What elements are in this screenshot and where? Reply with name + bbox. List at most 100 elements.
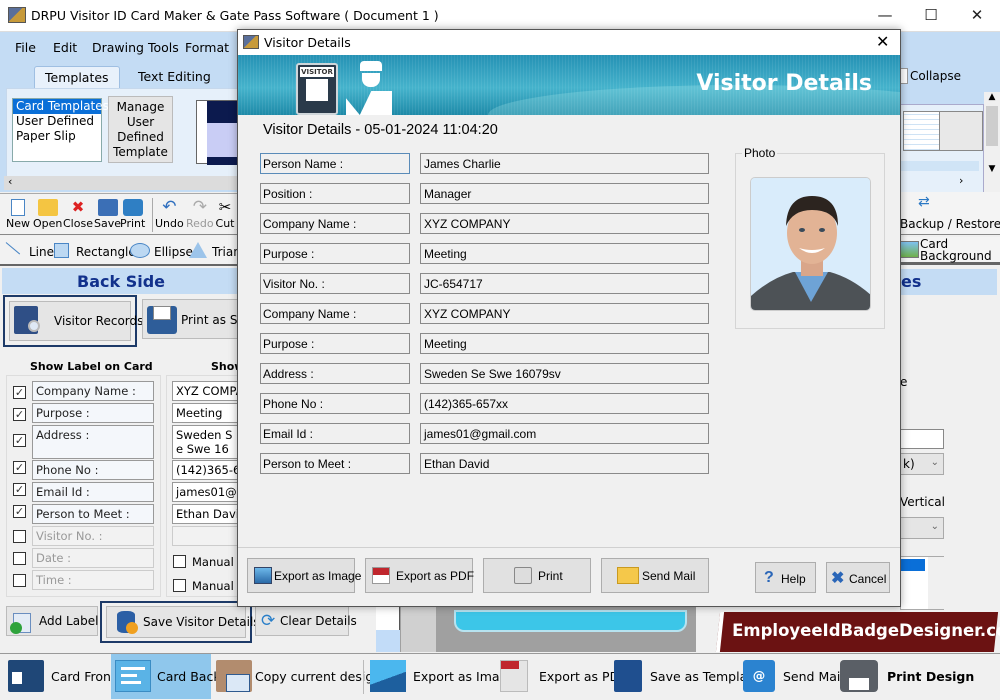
value-person-to-meet[interactable]: Ethan David: [172, 504, 240, 524]
detail-value[interactable]: XYZ COMPANY: [420, 213, 709, 234]
close-button[interactable]: ✕: [954, 0, 1000, 32]
show-person-to-meet-checkbox[interactable]: ✓: [13, 505, 26, 518]
collapse-checkbox[interactable]: [900, 68, 908, 84]
label-phone[interactable]: Phone No :: [32, 460, 154, 480]
orientation-dropdown[interactable]: ⌄: [900, 517, 944, 539]
template-thumbnail[interactable]: [939, 111, 983, 151]
right-text-input[interactable]: [900, 429, 944, 449]
shape-triangle[interactable]: Triangle: [212, 245, 240, 259]
export-as-pdf-button[interactable]: Export as PDF: [498, 654, 626, 699]
template-category-list[interactable]: Card Templates User Defined Paper Slip: [12, 98, 109, 162]
open-button[interactable]: Open: [33, 199, 62, 230]
copy-current-design-button[interactable]: Copy current design: [212, 654, 381, 699]
detail-value[interactable]: (142)365-657xx: [420, 393, 709, 414]
dialog-help-button[interactable]: ? Help: [755, 562, 816, 593]
detail-value[interactable]: Meeting: [420, 333, 709, 354]
dialog-export-image-button[interactable]: Export as Image: [247, 558, 361, 593]
detail-value[interactable]: Manager: [420, 183, 709, 204]
show-time-checkbox[interactable]: [13, 574, 26, 587]
label-visitor-no[interactable]: Visitor No. :: [32, 526, 154, 546]
card-back-button[interactable]: Card Back: [111, 654, 221, 699]
scroll-left-icon[interactable]: ‹: [8, 175, 12, 188]
detail-value[interactable]: james01@gmail.com: [420, 423, 709, 444]
manage-user-defined-template-button[interactable]: Manage User Defined Template: [108, 96, 173, 163]
save-button[interactable]: Save: [94, 199, 121, 230]
scroll-up-icon[interactable]: ▲: [984, 92, 1000, 102]
show-date-checkbox[interactable]: [13, 552, 26, 565]
label-time[interactable]: Time :: [32, 570, 154, 590]
visitor-records-button[interactable]: Visitor Records: [3, 295, 143, 347]
label-address[interactable]: Address :: [32, 425, 154, 459]
menu-edit[interactable]: Edit: [53, 40, 77, 55]
redo-button[interactable]: ↷ Redo: [186, 199, 214, 230]
detail-value[interactable]: JC-654717: [420, 273, 709, 294]
template-category-card-templates[interactable]: Card Templates: [13, 99, 109, 114]
shape-ellipse[interactable]: Ellipse: [154, 245, 193, 259]
detail-value[interactable]: Ethan David: [420, 453, 709, 474]
label-email[interactable]: Email Id :: [32, 482, 154, 502]
value-company-name[interactable]: XYZ COMPANY: [172, 381, 240, 401]
show-purpose-checkbox[interactable]: ✓: [13, 408, 26, 421]
show-email-checkbox[interactable]: ✓: [13, 483, 26, 496]
print-as-slip-button[interactable]: Print as Slip: [142, 299, 252, 339]
template-horizontal-scrollbar[interactable]: ‹: [4, 175, 240, 190]
template-thumbnail[interactable]: [196, 100, 241, 165]
shape-line[interactable]: Line: [29, 245, 54, 259]
show-company-name-checkbox[interactable]: ✓: [13, 386, 26, 399]
right-dropdown[interactable]: k) ⌄: [900, 453, 944, 475]
export-as-image-button[interactable]: Export as Image: [370, 654, 515, 699]
add-label-button[interactable]: Add Label: [6, 606, 98, 636]
template-scrollbar[interactable]: [901, 161, 979, 171]
card-background-button[interactable]: Card Background: [900, 237, 1000, 265]
template-category-user-defined[interactable]: User Defined: [13, 114, 101, 129]
detail-value[interactable]: Sweden Se Swe 16079sv: [420, 363, 709, 384]
print-design-button[interactable]: Print Design: [838, 654, 1000, 699]
template-category-paper-slip[interactable]: Paper Slip: [13, 129, 101, 144]
vertical-scrollbar[interactable]: ▲ ▼: [984, 92, 1000, 200]
value-email[interactable]: james01@gmail.com: [172, 482, 240, 502]
template-thumbnail[interactable]: [903, 111, 943, 151]
value-phone[interactable]: (142)365-657xx: [172, 460, 240, 480]
manual-date-checkbox[interactable]: [173, 555, 186, 568]
manual-time-checkbox[interactable]: [173, 579, 186, 592]
size-listbox[interactable]: [900, 556, 944, 610]
detail-value[interactable]: Meeting: [420, 243, 709, 264]
backup-restore-button[interactable]: ⇄ Backup / Restore: [900, 192, 1000, 235]
close-doc-button[interactable]: ✖ Close: [63, 199, 93, 230]
menu-drawing-tools[interactable]: Drawing Tools: [92, 40, 179, 55]
show-visitor-no-checkbox[interactable]: [13, 530, 26, 543]
value-address[interactable]: Sweden Se Swe 16079sv: [172, 425, 240, 459]
show-address-checkbox[interactable]: ✓: [13, 434, 26, 447]
tab-text-editing[interactable]: Text Editing: [128, 66, 221, 88]
listbox-scrollbar[interactable]: [928, 557, 944, 609]
menu-format[interactable]: Format: [185, 40, 229, 55]
maximize-button[interactable]: ☐: [908, 0, 954, 32]
new-button[interactable]: New: [6, 199, 30, 230]
tab-templates[interactable]: Templates: [34, 66, 120, 88]
scroll-down-icon[interactable]: ▼: [984, 164, 1000, 174]
cut-button[interactable]: ✂ Cut: [215, 199, 235, 230]
label-purpose[interactable]: Purpose :: [32, 403, 154, 423]
print-button[interactable]: Print: [120, 199, 145, 230]
minimize-button[interactable]: —: [862, 0, 908, 32]
save-visitor-details-button[interactable]: Save Visitor Details: [100, 601, 260, 643]
scroll-thumb[interactable]: [986, 106, 998, 146]
label-person-to-meet[interactable]: Person to Meet :: [32, 504, 154, 524]
dialog-export-pdf-button[interactable]: Export as PDF: [365, 558, 474, 593]
listbox-selected-item[interactable]: [901, 559, 925, 571]
design-canvas[interactable]: [376, 606, 696, 652]
card-front-button[interactable]: Card Front: [0, 654, 116, 699]
detail-value[interactable]: James Charlie: [420, 153, 709, 174]
save-as-template-button[interactable]: Save as Template: [612, 654, 760, 699]
detail-value[interactable]: XYZ COMPANY: [420, 303, 709, 324]
shape-rectangle[interactable]: Rectangle: [76, 245, 136, 259]
clear-details-button[interactable]: ⟳ Clear Details: [255, 606, 357, 636]
dialog-send-mail-button[interactable]: Send Mail: [601, 558, 709, 593]
show-phone-checkbox[interactable]: ✓: [13, 461, 26, 474]
send-mail-button[interactable]: @ Send Mail: [743, 654, 844, 699]
label-company-name[interactable]: Company Name :: [32, 381, 154, 401]
label-date[interactable]: Date :: [32, 548, 154, 568]
dialog-print-button[interactable]: Print: [483, 558, 591, 593]
menu-file[interactable]: File: [15, 40, 36, 55]
dialog-close-button[interactable]: ✕: [876, 32, 889, 51]
